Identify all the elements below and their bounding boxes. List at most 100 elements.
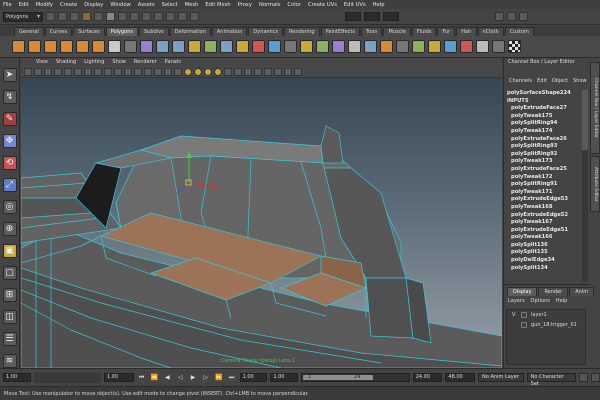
channel-box-item[interactable]: polySplitRing91 bbox=[504, 181, 588, 189]
shelf-tab-muscle[interactable]: Muscle bbox=[383, 27, 411, 36]
menu-file[interactable]: File bbox=[3, 2, 12, 8]
shelf-tab-polygons[interactable]: Polygons bbox=[105, 27, 138, 36]
layer-visibility-toggle[interactable]: V bbox=[512, 310, 515, 320]
screen-space-ao-icon[interactable] bbox=[214, 67, 222, 76]
channel-box-item[interactable]: polyTweak171 bbox=[504, 189, 588, 197]
sculpt-icon[interactable] bbox=[396, 40, 409, 53]
show-channel-box-icon[interactable] bbox=[519, 12, 528, 21]
rotate-tool-icon[interactable]: ⟲ bbox=[2, 156, 17, 170]
step-forward-icon[interactable]: ▷ bbox=[201, 373, 211, 382]
grid-icon[interactable] bbox=[84, 67, 92, 76]
smooth-shade-icon[interactable] bbox=[164, 67, 172, 76]
channel-box-item[interactable]: polySplit134 bbox=[504, 265, 588, 273]
menu-color[interactable]: Color bbox=[287, 2, 301, 8]
wireframe-icon[interactable] bbox=[154, 67, 162, 76]
depth-of-field-icon[interactable] bbox=[244, 67, 252, 76]
layer-tab-anim[interactable]: Anim bbox=[569, 287, 595, 296]
wedge-icon[interactable] bbox=[380, 40, 393, 53]
playback-start-field[interactable]: 1.00 bbox=[239, 373, 268, 382]
shelf-tab-rendering[interactable]: Rendering bbox=[284, 27, 320, 36]
insert-edge-loop-icon[interactable] bbox=[268, 40, 281, 53]
split-icon[interactable] bbox=[252, 40, 265, 53]
shelf-tab-toon[interactable]: Toon bbox=[360, 27, 383, 36]
camera-sequencer-icon[interactable] bbox=[294, 67, 302, 76]
snap-curve-icon[interactable] bbox=[130, 12, 139, 21]
shelf-tab-dynamics[interactable]: Dynamics bbox=[248, 27, 284, 36]
auto-key-icon[interactable] bbox=[579, 373, 589, 382]
fill-hole-icon[interactable] bbox=[476, 40, 489, 53]
perspective-view[interactable] bbox=[21, 78, 502, 368]
film-gate-icon[interactable] bbox=[94, 67, 102, 76]
snap-point-icon[interactable] bbox=[142, 12, 151, 21]
soft-mod-tool-icon[interactable]: ◎ bbox=[2, 200, 17, 214]
poly-sphere-icon[interactable] bbox=[12, 40, 25, 53]
extrude-icon[interactable] bbox=[300, 40, 313, 53]
poly-cube-icon[interactable] bbox=[28, 40, 41, 53]
boolean-union-icon[interactable] bbox=[172, 40, 185, 53]
menu-normals[interactable]: Normals bbox=[259, 2, 280, 8]
shelf-tab-fur[interactable]: Fur bbox=[437, 27, 456, 36]
channel-box-item[interactable]: polyExtrudeEdge53 bbox=[504, 196, 588, 204]
combine-icon[interactable] bbox=[108, 40, 121, 53]
channel-box-item[interactable]: polyExtrudeFace26 bbox=[504, 136, 588, 144]
snap-grid-icon[interactable] bbox=[118, 12, 127, 21]
poly-plane-icon[interactable] bbox=[76, 40, 89, 53]
xray-joints-icon[interactable] bbox=[274, 67, 282, 76]
bridge-icon[interactable] bbox=[316, 40, 329, 53]
select-tool-icon[interactable]: ➤ bbox=[2, 68, 17, 82]
channel-box-item[interactable]: polyTweak173 bbox=[504, 158, 588, 166]
layout-graph-icon[interactable]: ≋ bbox=[2, 354, 17, 368]
end-time-field[interactable]: 48.00 bbox=[445, 373, 476, 382]
range-slider-handle[interactable] bbox=[303, 375, 374, 380]
select-camera-icon[interactable] bbox=[24, 67, 32, 76]
layer-menu-options[interactable]: Options bbox=[531, 298, 550, 304]
channel-box-item[interactable]: polyExtrudeEdge52 bbox=[504, 212, 588, 220]
multisample-aa-icon[interactable] bbox=[234, 67, 242, 76]
shelf-tab-surfaces[interactable]: Surfaces bbox=[73, 27, 105, 36]
viewport-panel[interactable]: View Shading Lighting Show Renderer Panels bbox=[21, 58, 502, 368]
bevel-icon[interactable] bbox=[332, 40, 345, 53]
layer-tab-render[interactable]: Render bbox=[538, 287, 569, 296]
merge-icon[interactable] bbox=[348, 40, 361, 53]
shelf-tab-general[interactable]: General bbox=[14, 27, 44, 36]
extract-icon[interactable] bbox=[140, 40, 153, 53]
channel-box-menu-show[interactable]: Show bbox=[573, 78, 587, 86]
use-all-lights-icon[interactable] bbox=[194, 67, 202, 76]
tab-channel-box[interactable]: Channel Box / Layer Editor bbox=[590, 62, 600, 154]
select-by-component-icon[interactable] bbox=[106, 12, 115, 21]
menu-help[interactable]: Help bbox=[373, 2, 385, 8]
show-tool-settings-icon[interactable] bbox=[507, 12, 516, 21]
smooth-icon[interactable] bbox=[156, 40, 169, 53]
channel-box-item[interactable]: polyTweak172 bbox=[504, 174, 588, 182]
range-start-field[interactable]: 1.00 bbox=[270, 373, 299, 382]
step-back-key-icon[interactable]: ⏪ bbox=[149, 373, 159, 382]
viewport-menu-lighting[interactable]: Lighting bbox=[84, 59, 104, 65]
bookmark-icon[interactable] bbox=[44, 67, 52, 76]
channel-box-item[interactable]: polySplitRing94 bbox=[504, 120, 588, 128]
shelf-tab-subdivs[interactable]: Subdivs bbox=[139, 27, 169, 36]
channel-box-menu-edit[interactable]: Edit bbox=[537, 78, 547, 86]
go-to-end-icon[interactable]: ⏭ bbox=[227, 373, 237, 382]
textured-icon[interactable] bbox=[184, 67, 192, 76]
scrollbar-thumb[interactable] bbox=[582, 90, 588, 150]
preferences-icon[interactable] bbox=[591, 373, 600, 382]
move-tool-icon[interactable]: ✥ bbox=[2, 134, 17, 148]
ipr-render-icon[interactable] bbox=[178, 12, 187, 21]
layer-color-swatch[interactable] bbox=[521, 312, 527, 318]
layout-single-icon[interactable]: ▢ bbox=[2, 266, 17, 280]
image-plane-icon[interactable] bbox=[54, 67, 62, 76]
play-backward-icon[interactable]: ◁ bbox=[175, 373, 185, 382]
start-time-field[interactable]: 1.00 bbox=[3, 373, 31, 382]
menu-create[interactable]: Create bbox=[60, 2, 77, 8]
viewport-menu-renderer[interactable]: Renderer bbox=[134, 59, 157, 65]
channel-box-menu-channels[interactable]: Channels bbox=[509, 78, 532, 86]
shelf-tab-custom[interactable]: Custom bbox=[504, 27, 534, 36]
boolean-difference-icon[interactable] bbox=[188, 40, 201, 53]
isolate-select-icon[interactable] bbox=[254, 67, 262, 76]
shelf-tab-hair[interactable]: Hair bbox=[456, 27, 477, 36]
poly-cone-icon[interactable] bbox=[60, 40, 73, 53]
quadrangulate-icon[interactable] bbox=[460, 40, 473, 53]
channel-box-item[interactable]: polyTweak168 bbox=[504, 204, 588, 212]
layer-menu-help[interactable]: Help bbox=[556, 298, 567, 304]
layer-row[interactable]: Vlayer1 bbox=[507, 310, 585, 320]
